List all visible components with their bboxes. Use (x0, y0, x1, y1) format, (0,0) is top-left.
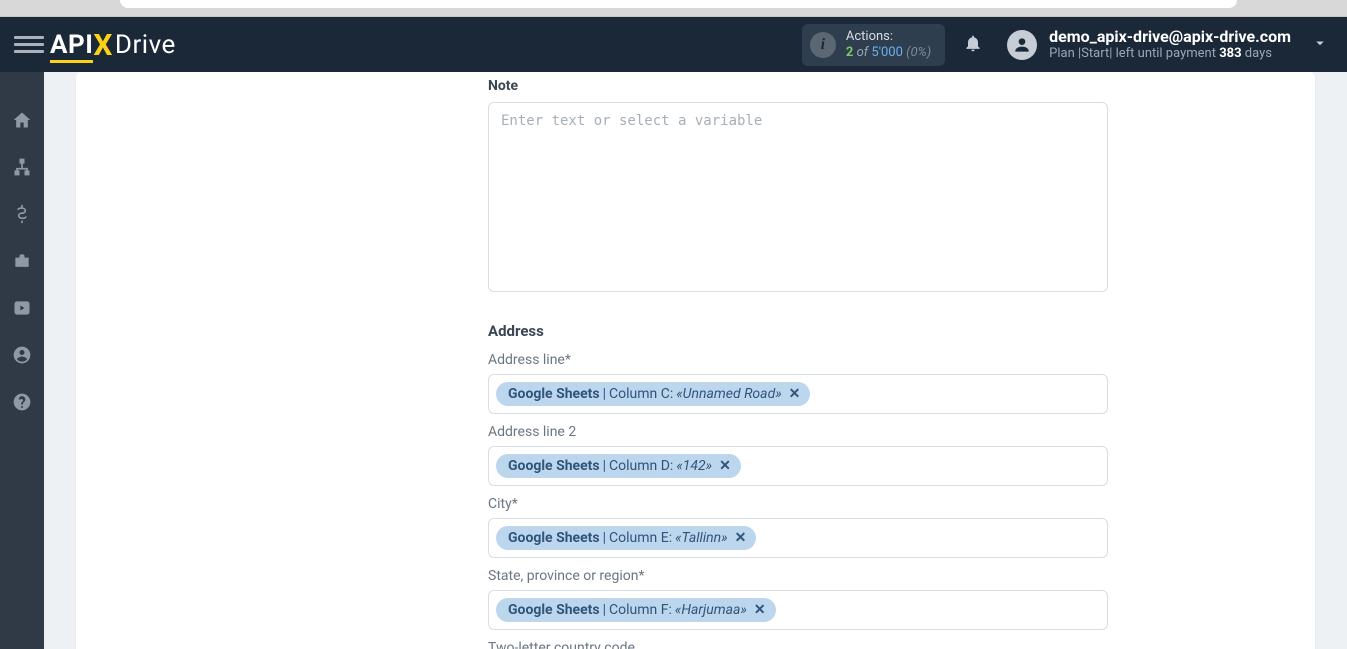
variable-pill[interactable]: Google Sheets | Column C: «Unnamed Road»… (496, 382, 810, 406)
youtube-icon[interactable] (12, 298, 32, 318)
browser-top-bar (0, 0, 1347, 17)
remove-pill-icon[interactable]: ✕ (719, 458, 731, 474)
avatar[interactable] (1007, 30, 1037, 60)
state-input[interactable]: Google Sheets | Column F: «Harjumaa» ✕ (488, 590, 1108, 630)
user-menu-chevron[interactable] (1311, 34, 1329, 56)
field-label-1: Address line 2 (488, 424, 1108, 440)
form-card: Note Address Address line* Google Sheets… (76, 72, 1315, 649)
content-area: Note Address Address line* Google Sheets… (44, 72, 1347, 649)
notifications-button[interactable] (963, 33, 983, 57)
logo-api: API (50, 30, 93, 63)
remove-pill-icon[interactable]: ✕ (789, 386, 801, 402)
note-label: Note (488, 78, 1108, 94)
variable-pill[interactable]: Google Sheets | Column D: «142» ✕ (496, 454, 741, 478)
side-nav (0, 72, 44, 649)
dollar-icon[interactable] (12, 204, 32, 224)
variable-pill[interactable]: Google Sheets | Column F: «Harjumaa» ✕ (496, 598, 776, 622)
help-icon[interactable] (12, 392, 32, 412)
user-block[interactable]: demo_apix-drive@apix-drive.com Plan |Sta… (1049, 28, 1291, 62)
actions-used: 2 (846, 45, 853, 60)
variable-pill[interactable]: Google Sheets | Column E: «Tallinn» ✕ (496, 526, 756, 550)
actions-label: Actions: (846, 29, 931, 45)
field-label-2: City* (488, 496, 1108, 512)
remove-pill-icon[interactable]: ✕ (754, 602, 766, 618)
address-section-label: Address (488, 322, 1108, 340)
address-line2-input[interactable]: Google Sheets | Column D: «142» ✕ (488, 446, 1108, 486)
field-label-0: Address line* (488, 352, 1108, 368)
logo[interactable]: APIXDrive (50, 26, 176, 63)
note-input[interactable] (488, 102, 1108, 292)
logo-x: X (93, 28, 113, 63)
info-icon: i (810, 32, 836, 58)
menu-toggle-button[interactable] (14, 36, 44, 53)
app-header: APIXDrive i Actions: 2 of 5'000 (0%) dem… (0, 17, 1347, 72)
address-line-input[interactable]: Google Sheets | Column C: «Unnamed Road»… (488, 374, 1108, 414)
remove-pill-icon[interactable]: ✕ (735, 530, 747, 546)
city-input[interactable]: Google Sheets | Column E: «Tallinn» ✕ (488, 518, 1108, 558)
actions-total: 5'000 (871, 45, 903, 60)
actions-text: Actions: 2 of 5'000 (0%) (846, 29, 931, 61)
form-column: Note Address Address line* Google Sheets… (488, 72, 1108, 649)
actions-pct: (0%) (906, 45, 931, 60)
logo-drive: Drive (115, 30, 176, 60)
actions-counter[interactable]: i Actions: 2 of 5'000 (0%) (802, 24, 945, 66)
user-plan: Plan |Start| left until payment 383 days (1049, 45, 1291, 62)
field-label-4: Two-letter country code (488, 640, 1108, 649)
user-icon[interactable] (12, 345, 32, 365)
briefcase-icon[interactable] (12, 251, 32, 271)
home-icon[interactable] (12, 110, 32, 130)
sitemap-icon[interactable] (12, 157, 32, 177)
browser-url-bar (120, 0, 1237, 8)
user-email: demo_apix-drive@apix-drive.com (1049, 28, 1291, 45)
field-label-3: State, province or region* (488, 568, 1108, 584)
